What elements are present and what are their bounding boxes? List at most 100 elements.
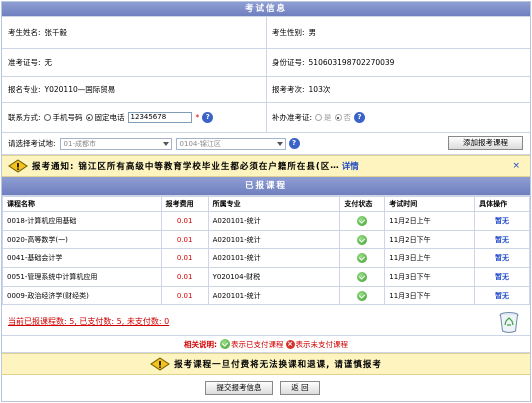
column-header: 课程名称: [2, 196, 162, 212]
district-select[interactable]: 0104-锦江区: [175, 137, 286, 150]
course-fee: 0.01: [160, 267, 209, 287]
course-major: A020101-统计: [207, 229, 341, 250]
paid-check-icon: [357, 271, 368, 282]
actions-row: 提交报考信息 返 回: [2, 375, 530, 401]
idcard-label: 身份证号:: [272, 58, 305, 67]
info-row-major: 报名专业: Y020110—国际贸易 报考考次: 103次: [2, 77, 530, 103]
phone-radio[interactable]: [85, 114, 93, 121]
notice-banner: 报考通知: 锦江区所有高级中等教育学校毕业生都必须在户籍所在县(区 … 详情 ×: [2, 155, 530, 177]
warning-text: 报考课程一旦付费将无法换课和退课, 请谨慎报考: [174, 360, 382, 370]
reissue-yes-label: 是: [324, 113, 332, 122]
close-icon[interactable]: ×: [512, 161, 520, 171]
legend-label: 相关说明:: [184, 339, 217, 349]
course-name: 0009-政治经济学(财经类): [2, 285, 162, 306]
mobile-radio-label: 手机号码: [52, 113, 83, 122]
course-table: 课程名称 报考费用 所属专业 支付状态 考试时间 具体操作 0018-计算机应用…: [2, 196, 530, 306]
paid-check-icon: [220, 339, 230, 349]
name-label: 考生姓名:: [8, 28, 41, 37]
course-major: A020101-统计: [207, 248, 341, 269]
course-time: 11月3日下午: [384, 285, 476, 306]
notice-detail-link[interactable]: 详情: [342, 160, 359, 172]
city-select[interactable]: 01-成都市: [59, 137, 172, 150]
table-header-row: 课程名称 报考费用 所属专业 支付状态 考试时间 具体操作: [2, 196, 530, 212]
table-row: 0051-管理系统中计算机应用 0.01 Y020104-财税 11月3日下午 …: [2, 267, 530, 287]
paid-check-icon: [357, 290, 368, 301]
course-name: 0051-管理系统中计算机应用: [2, 267, 162, 287]
summary-text: 当前已报课程数: 5, 已支付数: 5, 未支付数: 0: [8, 317, 170, 326]
exam-info-panel: 考试信息 考生姓名: 张千毅 考生性别: 男 准考证号: 无 身份证号: 510…: [1, 1, 531, 402]
add-course-button[interactable]: 添加报考课程: [448, 136, 523, 150]
course-action-link[interactable]: 暂无: [495, 273, 509, 281]
table-row: 0020-高等数学(一) 0.01 A020101-统计 11月2日下午 暂无: [2, 229, 530, 250]
course-time: 11月2日下午: [384, 229, 476, 250]
info-row-name: 考生姓名: 张千毅 考生性别: 男: [2, 17, 530, 49]
city-select-value: 01-成都市: [63, 139, 96, 148]
notice-text: 报考通知: 锦江区所有高级中等教育学校毕业生都必须在户籍所在县(区: [32, 162, 331, 172]
back-button[interactable]: 返 回: [280, 381, 320, 395]
course-action-link[interactable]: 暂无: [495, 292, 509, 300]
course-action-link[interactable]: 暂无: [495, 236, 509, 244]
legend-unpaid: 表示未支付课程: [295, 339, 349, 349]
course-fee: 0.01: [160, 248, 209, 269]
registered-title: 已报课程: [2, 177, 530, 196]
help-icon[interactable]: ?: [288, 138, 300, 149]
location-label: 请选择考试地:: [8, 139, 56, 148]
course-action-link[interactable]: 暂无: [495, 254, 509, 262]
warning-icon: [150, 357, 171, 371]
chevron-down-icon: [162, 141, 169, 146]
course-fee: 0.01: [160, 285, 209, 306]
reissue-yes-radio[interactable]: [315, 114, 323, 121]
course-name: 0020-高等数学(一): [2, 229, 162, 250]
paid-check-icon: [357, 215, 368, 226]
warning-banner: 报考课程一旦付费将无法换课和退课, 请谨慎报考: [2, 353, 530, 375]
contact-row: 联系方式: 手机号码 固定电话 12345678 * ? 补办准考证: 是 否 …: [2, 103, 530, 133]
count-label: 报考考次:: [272, 85, 305, 94]
course-major: A020101-统计: [207, 211, 341, 231]
major-label: 报名专业:: [8, 85, 41, 94]
count-value: 103次: [308, 85, 331, 94]
column-header: 报考费用: [160, 196, 209, 212]
course-name: 0018-计算机应用基础: [2, 211, 162, 231]
gender-value: 男: [308, 28, 317, 37]
course-name: 0041-基础会计学: [2, 248, 162, 269]
paid-check-icon: [357, 234, 368, 245]
panel-title: 考试信息: [2, 2, 530, 17]
paid-check-icon: [357, 253, 368, 264]
unpaid-x-icon: ×: [285, 339, 295, 349]
chevron-down-icon: [276, 141, 283, 146]
help-icon[interactable]: ?: [202, 112, 214, 123]
required-mark: *: [195, 113, 200, 122]
course-fee: 0.01: [160, 211, 209, 231]
gender-label: 考生性别:: [272, 28, 305, 37]
phone-radio-label: 固定电话: [94, 113, 125, 122]
submit-button[interactable]: 提交报考信息: [205, 381, 273, 395]
course-action-link[interactable]: 暂无: [495, 217, 509, 225]
phone-input[interactable]: 12345678: [127, 112, 192, 123]
help-icon[interactable]: ?: [354, 112, 366, 123]
ticket-value: 无: [44, 58, 53, 67]
notice-ellipsis: …: [330, 161, 339, 171]
course-fee: 0.01: [160, 229, 209, 250]
course-time: 11月3日上午: [384, 248, 476, 269]
reissue-no-label: 否: [343, 113, 352, 122]
major-value: Y020110—国际贸易: [44, 85, 116, 94]
recycle-bin-icon[interactable]: [498, 310, 520, 334]
course-major: Y020104-财税: [207, 267, 341, 287]
column-header: 具体操作: [474, 196, 530, 212]
summary-row: 当前已报课程数: 5, 已支付数: 5, 未支付数: 0: [2, 308, 530, 336]
warning-icon: [8, 159, 28, 173]
reissue-label: 补办准考证:: [272, 113, 313, 122]
mobile-radio[interactable]: [43, 114, 51, 121]
info-row-ticket: 准考证号: 无 身份证号: 510603198702270039: [2, 49, 530, 77]
course-time: 11月3日下午: [384, 267, 476, 287]
column-header: 所属专业: [207, 196, 341, 212]
reissue-no-radio[interactable]: [334, 114, 342, 121]
course-time: 11月2日上午: [384, 211, 476, 231]
table-row: 0009-政治经济学(财经类) 0.01 A020101-统计 11月3日下午 …: [2, 285, 530, 306]
name-value: 张千毅: [44, 28, 68, 37]
legend-paid: 表示已支付课程: [231, 339, 284, 349]
column-header: 支付状态: [339, 196, 386, 212]
contact-label: 联系方式:: [8, 113, 41, 122]
idcard-value: 510603198702270039: [308, 58, 395, 67]
course-major: A020101-统计: [207, 285, 341, 306]
